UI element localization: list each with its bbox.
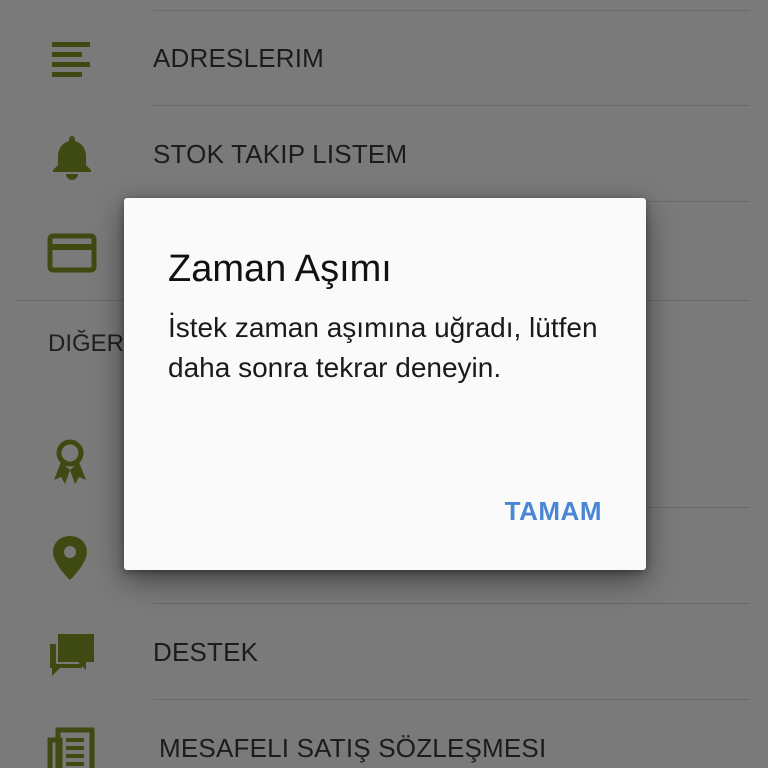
- navigation-drawer: ADRESLERIM STOK TAKIP LISTEM DIĞER DESTE…: [0, 0, 768, 768]
- dialog-title: Zaman Aşımı: [168, 248, 392, 290]
- dialog-message: İstek zaman aşımına uğradı, lütfen daha …: [168, 312, 598, 383]
- ok-button[interactable]: TAMAM: [505, 496, 602, 527]
- timeout-dialog: Zaman Aşımı İstek zaman aşımına uğradı, …: [124, 198, 646, 570]
